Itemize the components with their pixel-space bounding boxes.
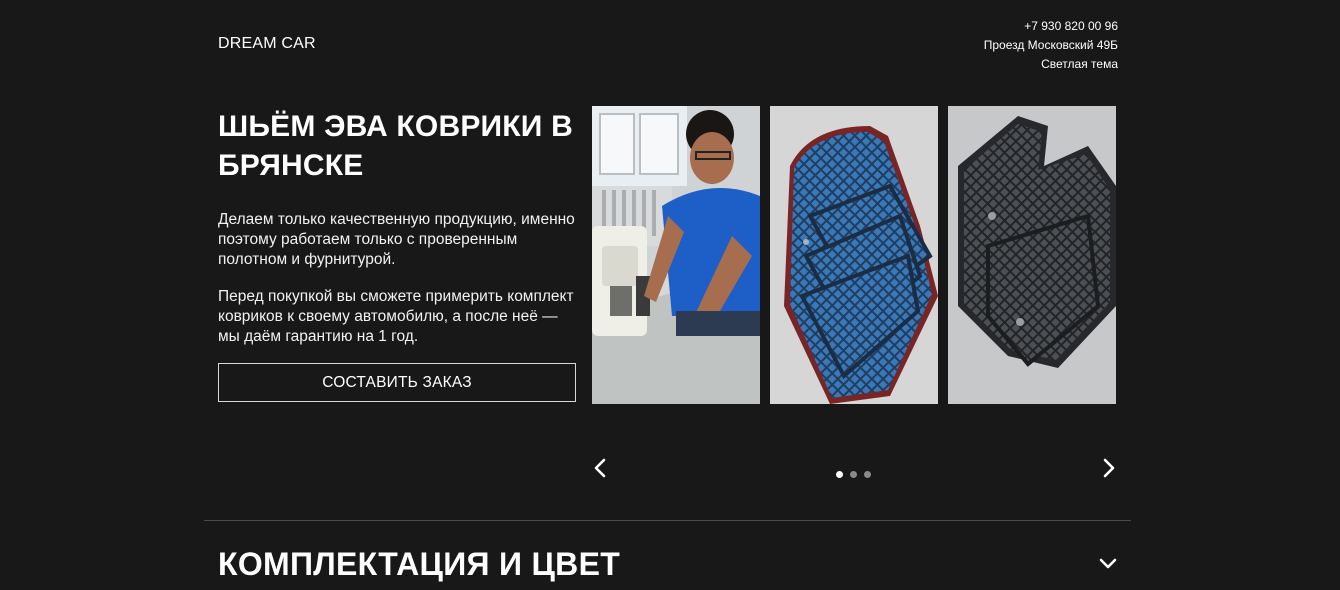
- page: DREAM CAR +7 930 820 00 96 Проезд Москов…: [0, 0, 1340, 590]
- header-contacts: +7 930 820 00 96 Проезд Московский 49Б С…: [984, 17, 1118, 74]
- chevron-left-icon[interactable]: [589, 456, 613, 480]
- slider-dots: [836, 465, 878, 478]
- chevron-right-icon[interactable]: [1096, 456, 1120, 480]
- photo-sewing-worker[interactable]: [592, 106, 760, 404]
- hero-paragraph-warranty: Перед покупкой вы сможете примерить комп…: [218, 288, 574, 345]
- slider-dot-1[interactable]: [836, 471, 843, 478]
- photo-gallery: [592, 106, 1117, 404]
- theme-toggle-link[interactable]: Светлая тема: [984, 55, 1118, 74]
- chevron-down-icon[interactable]: [1096, 551, 1120, 575]
- address-text: Проезд Московский 49Б: [983, 38, 1118, 52]
- section-divider: [204, 520, 1131, 521]
- hero-paragraph-quality: Делаем только качественную продукцию, им…: [218, 211, 575, 268]
- hero-title: ШЬЁМ ЭВА КОВРИКИ В БРЯНСКЕ: [218, 110, 573, 182]
- order-button[interactable]: СОСТАВИТЬ ЗАКАЗ: [218, 363, 576, 402]
- slider-dot-3[interactable]: [864, 471, 871, 478]
- photo-blue-eva-mats[interactable]: [770, 106, 938, 404]
- phone-link[interactable]: +7 930 820 00 96: [984, 17, 1118, 36]
- slider-dot-2[interactable]: [850, 471, 857, 478]
- accordion-title[interactable]: КОМПЛЕКТАЦИЯ И ЦВЕТ: [218, 544, 620, 584]
- brand-logo[interactable]: DREAM CAR: [218, 35, 316, 53]
- photo-gray-eva-mats[interactable]: [948, 106, 1116, 404]
